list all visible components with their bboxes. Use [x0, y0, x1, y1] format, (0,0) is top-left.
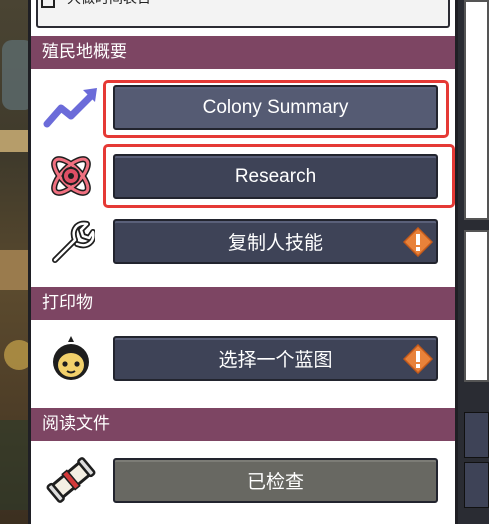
duplicant-skills-label: 复制人技能: [227, 233, 323, 254]
warning-diamond-icon: [402, 226, 434, 258]
side-panel-upper: [464, 0, 489, 220]
top-option-label: 大做时间表日: [67, 0, 151, 8]
trend-up-icon: [41, 82, 101, 134]
top-checkbox[interactable]: [41, 0, 55, 8]
reviewed-button[interactable]: 已检查: [113, 458, 438, 503]
row-select-blueprint: 选择一个蓝图: [31, 328, 455, 390]
top-partial-row: 大做时间表日: [31, 0, 455, 36]
research-button[interactable]: Research: [113, 154, 438, 199]
duplicant-face-icon: [41, 332, 101, 384]
side-button[interactable]: [464, 412, 489, 458]
wrench-icon: [41, 216, 101, 268]
row-colony-summary: Colony Summary: [31, 76, 455, 138]
world-structure: [0, 250, 30, 290]
right-side-panels: [458, 0, 489, 524]
atom-icon: [41, 150, 101, 202]
scroll-icon: [41, 454, 101, 506]
side-button[interactable]: [464, 462, 489, 508]
side-panel-lower: [464, 230, 489, 382]
select-blueprint-label: 选择一个蓝图: [218, 350, 333, 371]
row-reviewed: 已检查: [31, 450, 455, 512]
reviewed-label: 已检查: [246, 472, 304, 493]
duplicant-skills-button[interactable]: 复制人技能: [113, 219, 438, 264]
section-header-docs: 阅读文件: [31, 408, 455, 441]
section-header-printables: 打印物: [31, 287, 455, 320]
warning-diamond-icon: [402, 343, 434, 375]
section-header-colony: 殖民地概要: [31, 36, 455, 69]
row-research: Research: [31, 146, 455, 208]
select-blueprint-button[interactable]: 选择一个蓝图: [113, 336, 438, 381]
colony-summary-button[interactable]: Colony Summary: [113, 85, 438, 130]
management-panel: 大做时间表日 殖民地概要 Colony Summary Research: [28, 0, 458, 524]
row-duplicant-skills: 复制人技能: [31, 212, 455, 274]
